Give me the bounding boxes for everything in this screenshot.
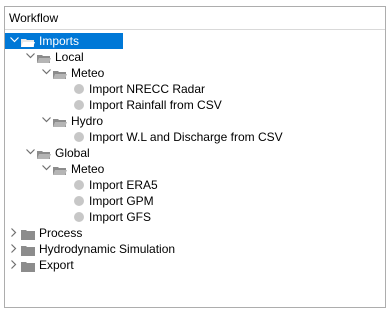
tree-item-import-era5[interactable]: Import ERA5: [5, 177, 385, 193]
chevron-right-icon[interactable]: [9, 225, 19, 241]
tree-label: Import Rainfall from CSV: [89, 98, 222, 112]
tree-label: Import NRECC Radar: [89, 82, 206, 96]
tree-label: Import ERA5: [89, 178, 158, 192]
chevron-down-icon[interactable]: [25, 49, 35, 65]
circle-icon: [74, 180, 84, 190]
tree-label: Import GFS: [89, 210, 152, 224]
circle-icon: [74, 196, 84, 206]
tree-label: Import W.L and Discharge from CSV: [89, 130, 283, 144]
tree-item-import-gpm[interactable]: Import GPM: [5, 193, 385, 209]
tree-node-imports[interactable]: Imports: [5, 33, 123, 49]
tree-node-local[interactable]: Local: [5, 49, 385, 65]
tree-node-global[interactable]: Global: [5, 145, 385, 161]
tree-label: Meteo: [71, 66, 105, 80]
tree-label: Global: [55, 146, 90, 160]
folder-open-icon: [53, 164, 67, 175]
chevron-down-icon[interactable]: [41, 161, 51, 177]
tree-label: Process: [39, 226, 83, 240]
folder-open-icon: [37, 52, 51, 63]
tree-label: Hydrodynamic Simulation: [39, 242, 176, 256]
tree-node-process[interactable]: Process: [5, 225, 385, 241]
tree-node-local-meteo[interactable]: Meteo: [5, 65, 385, 81]
circle-icon: [74, 132, 84, 142]
circle-icon: [74, 100, 84, 110]
panel-title: Workflow: [5, 7, 385, 30]
chevron-down-icon[interactable]: [41, 65, 51, 81]
folder-icon: [21, 260, 35, 272]
tree-node-global-meteo[interactable]: Meteo: [5, 161, 385, 177]
circle-icon: [74, 84, 84, 94]
tree-label: Export: [39, 258, 74, 272]
chevron-down-icon[interactable]: [9, 33, 19, 49]
chevron-right-icon[interactable]: [9, 257, 19, 273]
folder-open-icon: [21, 36, 35, 47]
tree-label: Hydro: [71, 114, 104, 128]
tree-label: Import GPM: [89, 194, 154, 208]
folder-open-icon: [53, 68, 67, 79]
workflow-panel: Workflow Imports Local Meteo Import NREC…: [4, 6, 386, 308]
tree-item-import-nrecc-radar[interactable]: Import NRECC Radar: [5, 81, 385, 97]
tree-label: Local: [55, 50, 84, 64]
folder-open-icon: [37, 148, 51, 159]
circle-icon: [74, 212, 84, 222]
chevron-right-icon[interactable]: [9, 241, 19, 257]
tree-item-import-wl-discharge[interactable]: Import W.L and Discharge from CSV: [5, 129, 385, 145]
folder-icon: [21, 228, 35, 240]
tree-label: Imports: [39, 34, 80, 48]
tree-node-export[interactable]: Export: [5, 257, 385, 273]
tree-item-import-gfs[interactable]: Import GFS: [5, 209, 385, 225]
tree-item-import-rainfall-csv[interactable]: Import Rainfall from CSV: [5, 97, 385, 113]
chevron-down-icon[interactable]: [25, 145, 35, 161]
tree-node-hydro[interactable]: Hydro: [5, 113, 385, 129]
chevron-down-icon[interactable]: [41, 113, 51, 129]
tree-label: Meteo: [71, 162, 105, 176]
folder-icon: [21, 244, 35, 256]
folder-open-icon: [53, 116, 67, 127]
tree-node-hydrodynamic-simulation[interactable]: Hydrodynamic Simulation: [5, 241, 385, 257]
